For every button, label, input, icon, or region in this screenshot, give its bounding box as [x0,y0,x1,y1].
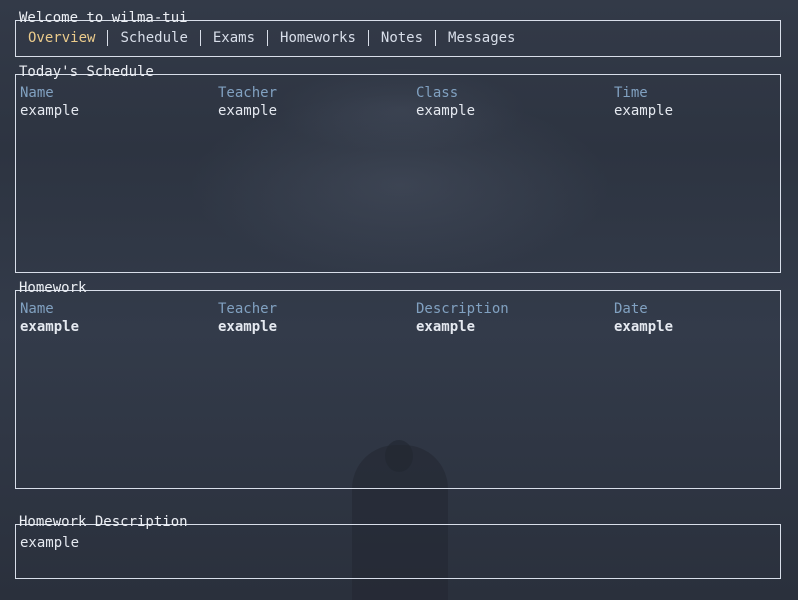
homework-title: Homework [19,280,87,296]
homework-cell-description[interactable]: example [416,318,475,336]
homework-header-teacher: Teacher [218,301,278,317]
homework-cell-name[interactable]: example [20,318,79,336]
tab-homeworks[interactable]: Homeworks [280,29,356,47]
tab-exams[interactable]: Exams [213,29,255,47]
tab-separator [435,30,437,46]
tab-bar: Overview Schedule Exams Homeworks Notes … [28,29,515,47]
schedule-panel: Today's Schedule Name Teacher Class Time… [15,64,781,273]
tab-separator [107,30,109,46]
homework-cell-teacher[interactable]: example [218,318,277,336]
homework-description-title: Homework Description [19,514,188,530]
schedule-title: Today's Schedule [19,64,154,80]
homework-cell-date[interactable]: example [614,318,673,336]
schedule-cell-name[interactable]: example [20,102,79,120]
schedule-header-class: Class [416,85,459,101]
tab-separator [267,30,269,46]
schedule-cell-class[interactable]: example [416,102,475,120]
schedule-cell-time[interactable]: example [614,102,673,120]
tab-separator [199,30,201,46]
homework-header-description: Description [416,301,509,317]
schedule-header-time: Time [614,85,648,101]
homework-description-text: example [20,535,80,551]
tab-separator [367,30,369,46]
tab-schedule[interactable]: Schedule [120,29,187,47]
homework-header-name: Name [20,301,54,317]
homework-header-date: Date [614,301,648,317]
schedule-header-teacher: Teacher [218,85,278,101]
tab-overview[interactable]: Overview [28,29,95,47]
header-panel: Welcome to wilma-tui Overview Schedule E… [15,10,781,57]
app-title: Welcome to wilma-tui [19,10,188,26]
tab-messages[interactable]: Messages [448,29,515,47]
homework-panel: Homework Name Teacher Description Date e… [15,280,781,489]
homework-description-panel: Homework Description example [15,514,781,579]
tab-notes[interactable]: Notes [381,29,423,47]
schedule-cell-teacher[interactable]: example [218,102,277,120]
schedule-header-name: Name [20,85,54,101]
